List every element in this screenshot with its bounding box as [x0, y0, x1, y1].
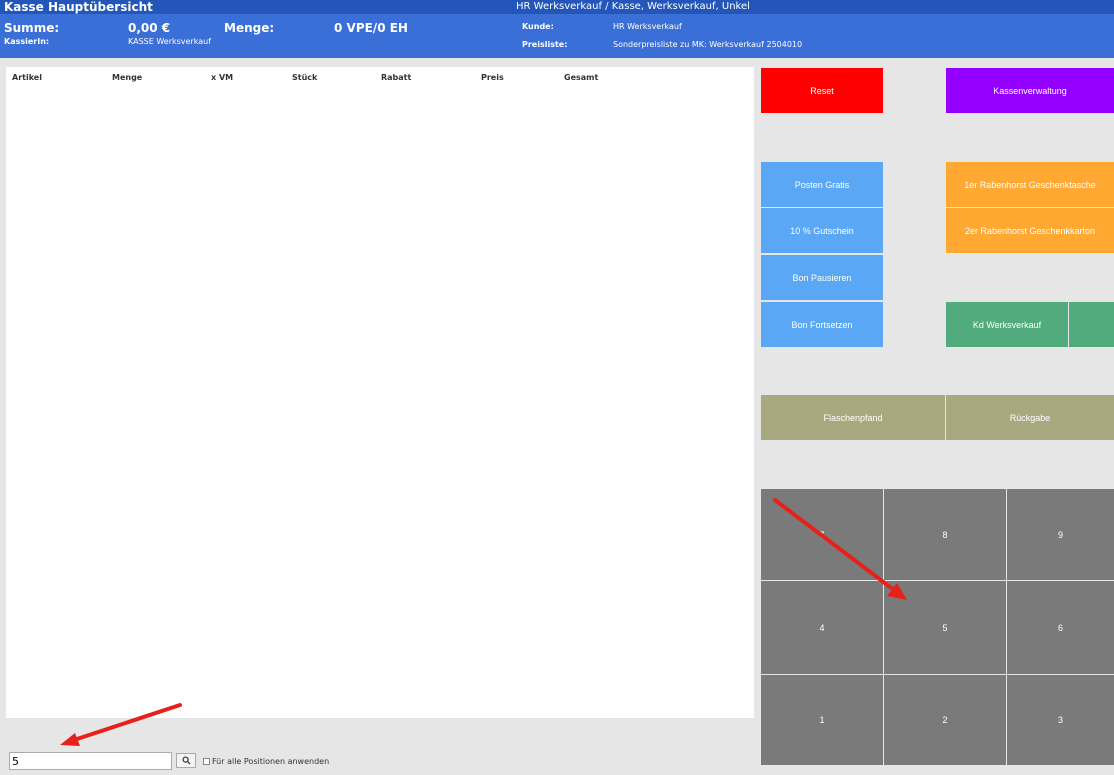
title-bar: Kasse Hauptübersicht HR Werksverkauf / K… — [0, 0, 1114, 14]
keypad-key-8[interactable]: 8 — [884, 489, 1006, 580]
apply-all-label: Für alle Positionen anwenden — [212, 757, 330, 766]
quantity-input[interactable] — [9, 752, 172, 770]
info-bar: Summe: 0,00 € Menge: 0 VPE/0 EH KassierI… — [0, 14, 1114, 58]
summe-value: 0,00 € — [128, 21, 171, 35]
kassierin-label: KassierIn: — [4, 37, 50, 46]
rueckgabe-button[interactable]: Rückgabe — [946, 395, 1114, 440]
column-header-vm: x VM — [211, 73, 234, 82]
keypad-key-9[interactable]: 9 — [1007, 489, 1114, 580]
page-title: Kasse Hauptübersicht — [4, 0, 153, 14]
kunde-value: HR Werksverkauf — [613, 22, 682, 31]
customer-button-2[interactable] — [1069, 302, 1114, 347]
column-header-stueck: Stück — [292, 73, 318, 82]
keypad-key-4[interactable]: 4 — [761, 581, 883, 674]
column-header-artikel: Artikel — [12, 73, 42, 82]
kassenverwaltung-button[interactable]: Kassenverwaltung — [946, 68, 1114, 113]
geschenktasche-button[interactable]: 1er Rabenhorst Geschenktasche — [946, 162, 1114, 207]
keypad-key-3[interactable]: 3 — [1007, 675, 1114, 765]
kassierin-value: KASSE Werksverkauf — [128, 37, 212, 46]
column-header-gesamt: Gesamt — [564, 73, 599, 82]
menge-label: Menge: — [224, 21, 275, 35]
bon-fortsetzen-button[interactable]: Bon Fortsetzen — [761, 302, 883, 347]
flaschenpfand-button[interactable]: Flaschenpfand — [761, 395, 945, 440]
search-icon — [181, 756, 191, 765]
reset-button[interactable]: Reset — [761, 68, 883, 113]
preisliste-label: Preisliste: — [522, 40, 568, 49]
menge-value: 0 VPE/0 EH — [334, 21, 408, 35]
posten-gratis-button[interactable]: Posten Gratis — [761, 162, 883, 207]
keypad-key-2[interactable]: 2 — [884, 675, 1006, 765]
keypad-key-6[interactable]: 6 — [1007, 581, 1114, 674]
column-header-preis: Preis — [481, 73, 504, 82]
item-table: Artikel Menge x VM Stück Rabatt Preis Ge… — [6, 67, 754, 718]
search-button[interactable] — [176, 753, 196, 768]
bon-pausieren-button[interactable]: Bon Pausieren — [761, 255, 883, 300]
location-subtitle: HR Werksverkauf / Kasse, Werksverkauf, U… — [516, 1, 750, 12]
column-header-rabatt: Rabatt — [381, 73, 412, 82]
apply-all-option[interactable]: Für alle Positionen anwenden — [203, 757, 329, 766]
summe-label: Summe: — [4, 21, 60, 35]
kd-werksverkauf-button[interactable]: Kd Werksverkauf — [946, 302, 1068, 347]
keypad-key-5[interactable]: 5 — [884, 581, 1006, 674]
checkbox-icon[interactable] — [203, 758, 210, 765]
kunde-label: Kunde: — [522, 22, 554, 31]
gutschein-button[interactable]: 10 % Gutschein — [761, 208, 883, 253]
column-header-menge: Menge — [112, 73, 143, 82]
geschenkkarton-button[interactable]: 2er Rabenhorst Geschenkkarton — [946, 208, 1114, 253]
keypad-key-1[interactable]: 1 — [761, 675, 883, 765]
preisliste-value: Sonderpreisliste zu MK: Werksverkauf 250… — [613, 40, 803, 49]
keypad-key-7[interactable]: 7 — [761, 489, 883, 580]
